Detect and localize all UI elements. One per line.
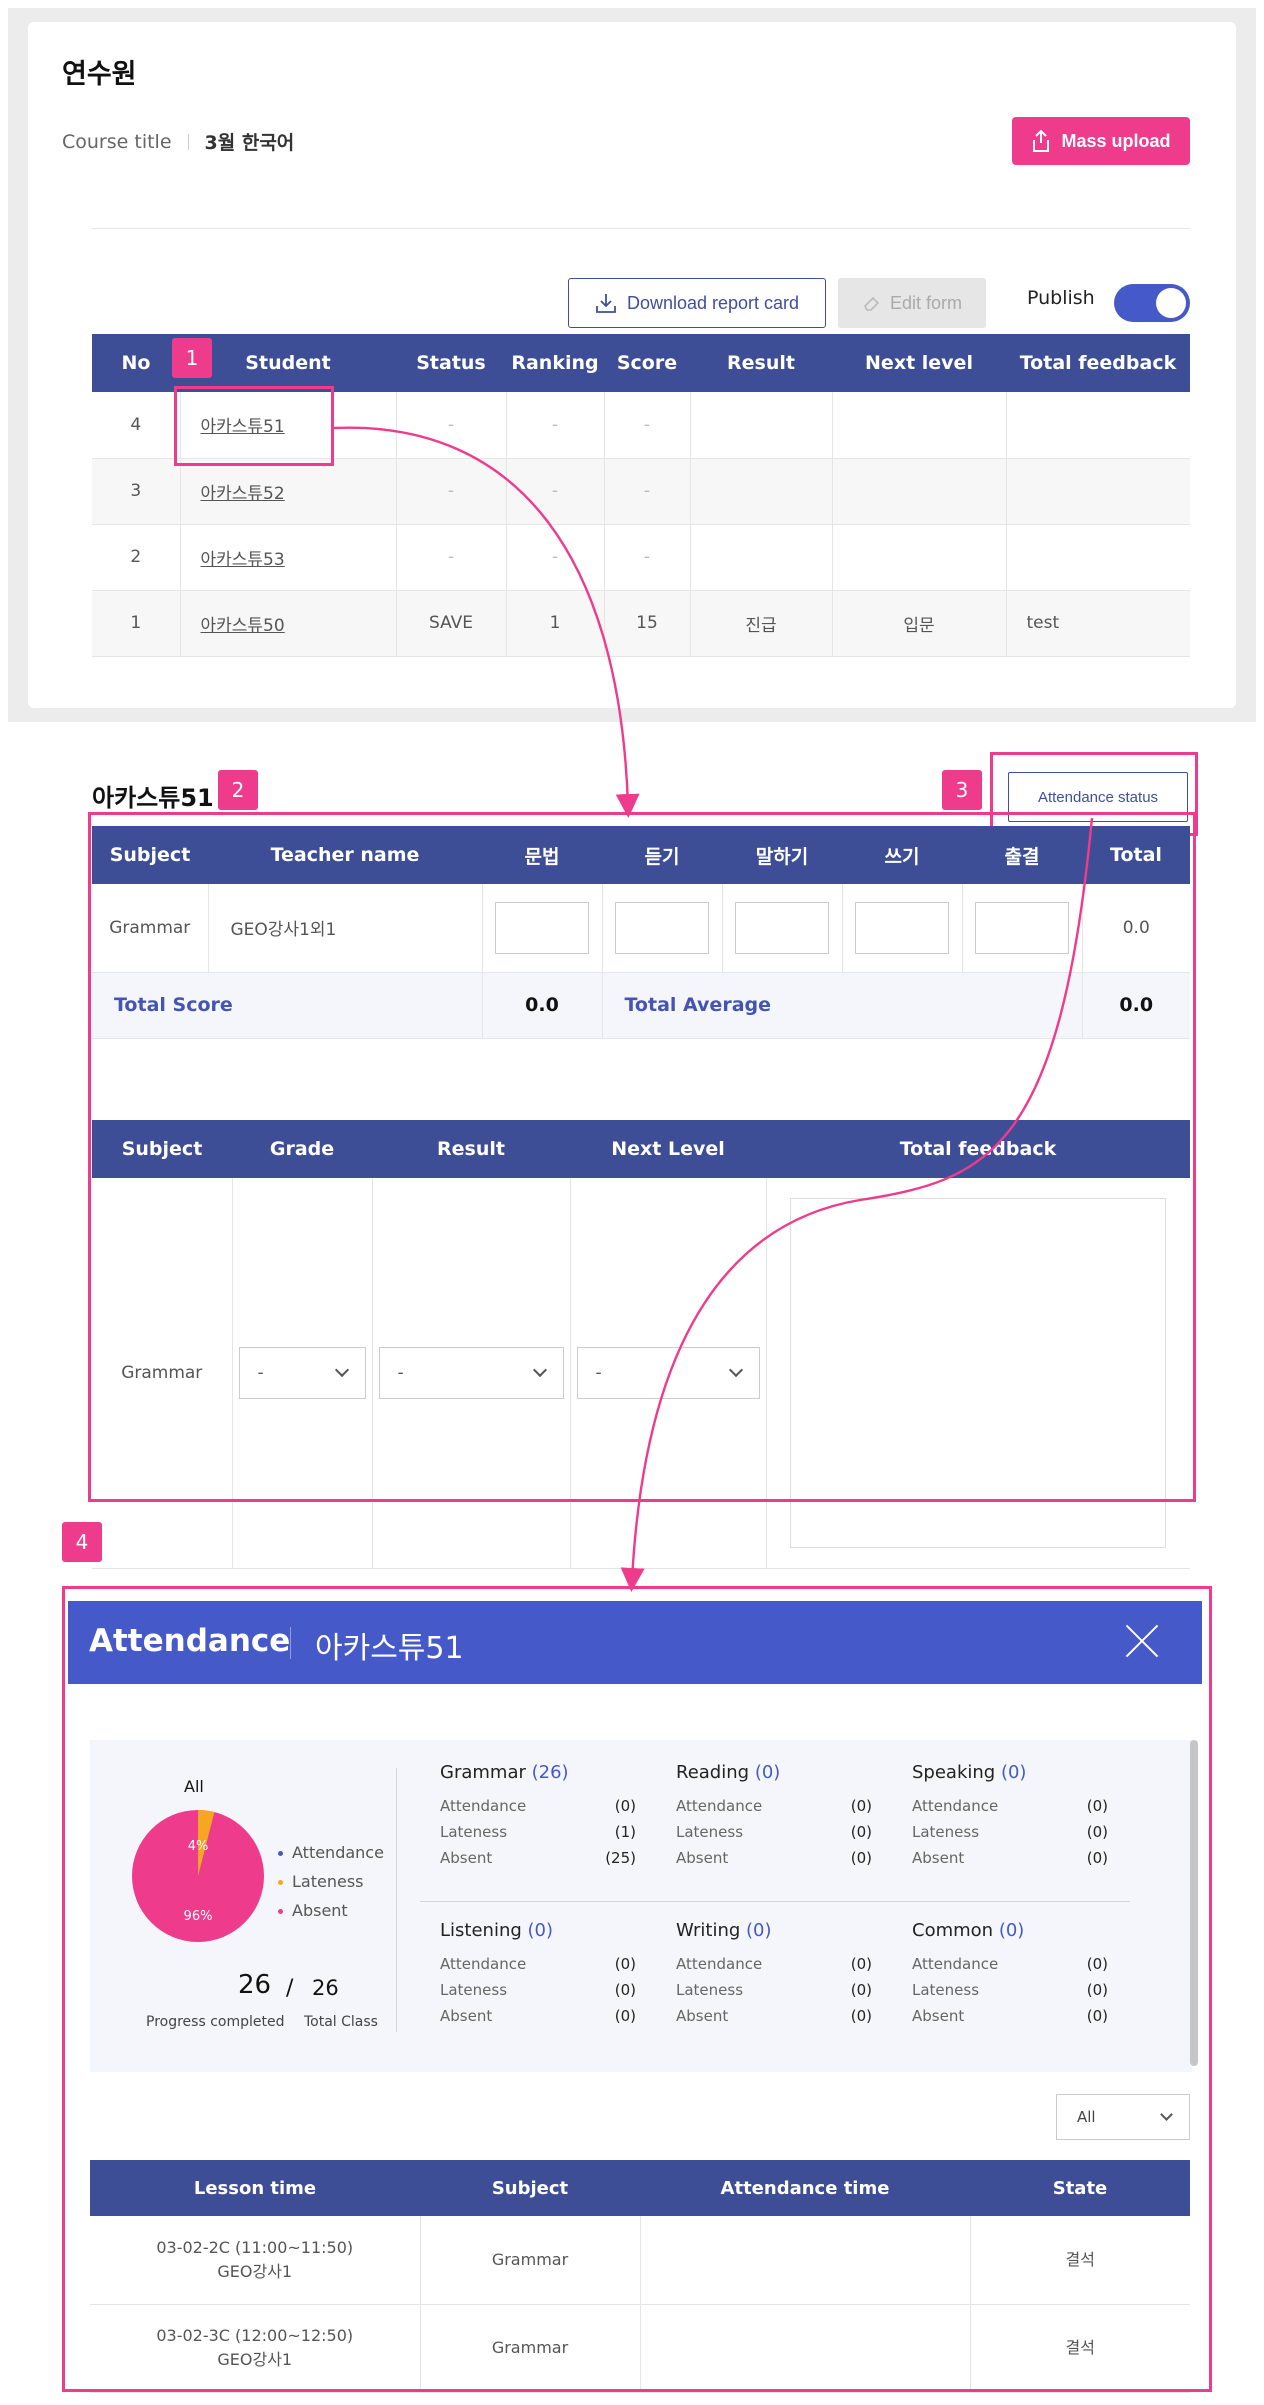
connector-arrow bbox=[333, 426, 640, 818]
connector-arrow bbox=[620, 817, 1094, 1592]
annotation-connectors bbox=[333, 426, 1094, 1592]
